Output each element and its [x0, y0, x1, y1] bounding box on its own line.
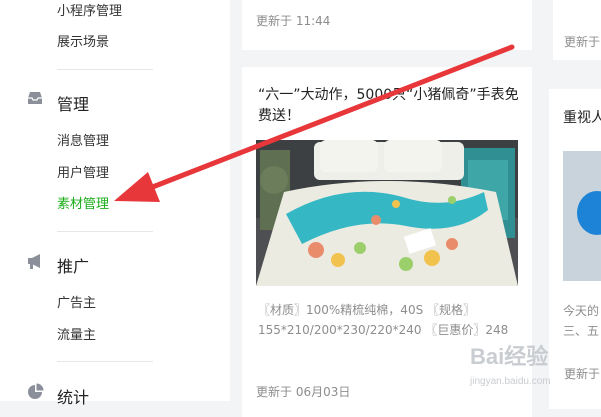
- watermark-brand: Bai经验: [470, 344, 548, 369]
- baidu-jingyan-watermark: Bai经验 jingyan.baidu.com: [469, 344, 551, 387]
- watermark-url: jingyan.baidu.com: [469, 376, 551, 387]
